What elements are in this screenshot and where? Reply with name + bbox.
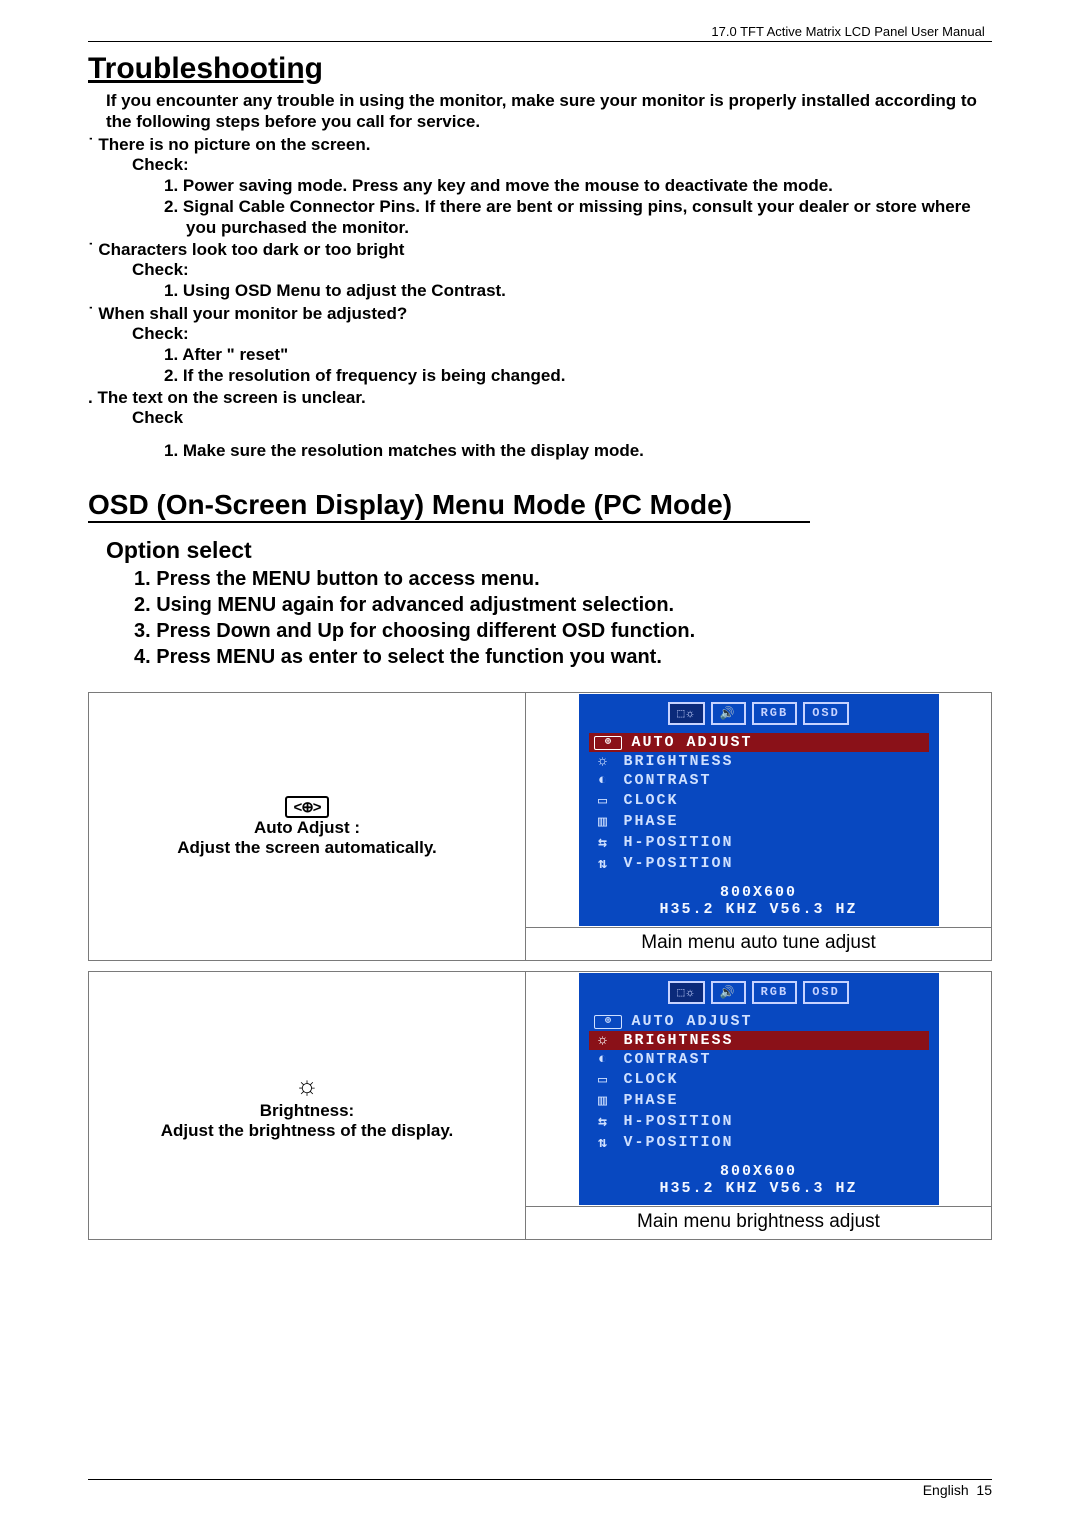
option-select-heading: Option select — [106, 537, 992, 564]
osd-item-clock: ▭CLOCK — [589, 1069, 929, 1090]
osd-item-vposition: ⇅V-POSITION — [589, 853, 929, 874]
vpos-row-icon: ⇅ — [594, 1133, 614, 1152]
osd-tab-osd: OSD — [803, 702, 849, 725]
panel1-desc: Adjust the screen automatically. — [177, 838, 436, 857]
osd-tab-rgb: RGB — [752, 702, 798, 725]
contrast-row-icon: ◐ — [594, 1051, 614, 1068]
osd-item-phase: ▥PHASE — [589, 811, 929, 832]
osd-frequency: H35.2 KHZ V56.3 HZ — [589, 1180, 929, 1197]
osd-item-phase: ▥PHASE — [589, 1090, 929, 1111]
contrast-row-icon: ◐ — [594, 772, 614, 789]
osd-tab-rgb: RGB — [752, 981, 798, 1004]
vpos-row-icon: ⇅ — [594, 854, 614, 873]
option-step-3: 3. Press Down and Up for choosing differ… — [158, 618, 992, 644]
option-step-4: 4. Press MENU as enter to select the fun… — [158, 644, 992, 670]
issue-2-title: ˙ Characters look too dark or too bright — [88, 240, 992, 260]
osd-item-vposition: ⇅V-POSITION — [589, 1132, 929, 1153]
osd-tab-audio-icon: 🔊 — [711, 702, 746, 725]
osd-screenshot-1: ⬚☼ 🔊 RGB OSD ⊕AUTO ADJUST ☼BRIGHTNESS ◐C… — [579, 694, 939, 926]
osd-tab-display-icon: ⬚☼ — [668, 702, 704, 725]
issue-4-step-1: 1. Make sure the resolution matches with… — [186, 440, 992, 461]
issue-1-step-1: 1. Power saving mode. Press any key and … — [186, 175, 992, 196]
osd-tab-audio-icon: 🔊 — [711, 981, 746, 1004]
osd-item-hposition: ⇆H-POSITION — [589, 1111, 929, 1132]
issue-2-check: Check: — [132, 260, 992, 280]
clock-row-icon: ▭ — [594, 1070, 614, 1089]
option-step-1: 1. Press the MENU button to access menu. — [158, 566, 992, 592]
osd-tab-osd: OSD — [803, 981, 849, 1004]
issue-4-title: . The text on the screen is unclear. — [88, 388, 992, 408]
issue-3-title: ˙ When shall your monitor be adjusted? — [88, 304, 992, 324]
header-divider — [88, 41, 992, 42]
osd-item-auto-adjust: ⊕AUTO ADJUST — [589, 1012, 929, 1031]
osd-item-contrast: ◐CONTRAST — [589, 1050, 929, 1069]
panel2-label: Brightness: — [260, 1101, 354, 1120]
osd-frequency: H35.2 KHZ V56.3 HZ — [589, 901, 929, 918]
footer-page: 15 — [976, 1482, 992, 1498]
issue-3-step-2: 2. If the resolution of frequency is bei… — [186, 365, 992, 386]
page-footer: English 15 — [88, 1479, 992, 1498]
issue-3-step-1: 1. After " reset" — [186, 344, 992, 365]
issue-1-title: ˙ There is no picture on the screen. — [88, 135, 992, 155]
option-step-2: 2. Using MENU again for advanced adjustm… — [158, 592, 992, 618]
osd-tab-display-icon: ⬚☼ — [668, 981, 704, 1004]
osd-example-table-1: <⊕> Auto Adjust : Adjust the screen auto… — [88, 692, 992, 961]
osd-example-table-2: ☼ Brightness: Adjust the brightness of t… — [88, 971, 992, 1240]
osd-screenshot-2: ⬚☼ 🔊 RGB OSD ⊕AUTO ADJUST ☼BRIGHTNESS ◐C… — [579, 973, 939, 1205]
osd-heading: OSD (On-Screen Display) Menu Mode (PC Mo… — [88, 489, 810, 523]
doc-header: 17.0 TFT Active Matrix LCD Panel User Ma… — [88, 24, 992, 39]
hpos-row-icon: ⇆ — [594, 1112, 614, 1131]
issue-1-step-2: 2. Signal Cable Connector Pins. If there… — [186, 196, 992, 239]
osd-resolution: 800X600 — [589, 884, 929, 901]
hpos-row-icon: ⇆ — [594, 833, 614, 852]
footer-lang: English — [923, 1482, 969, 1498]
issue-4-check: Check — [132, 408, 992, 428]
troubleshooting-heading: Troubleshooting — [88, 52, 992, 86]
auto-adjust-row-icon: ⊕ — [594, 1015, 622, 1029]
panel2-desc: Adjust the brightness of the display. — [161, 1121, 454, 1140]
issue-3-check: Check: — [132, 324, 992, 344]
brightness-row-icon: ☼ — [594, 753, 614, 770]
panel1-caption: Main menu auto tune adjust — [526, 928, 992, 961]
osd-item-contrast: ◐CONTRAST — [589, 771, 929, 790]
auto-adjust-icon: <⊕> — [285, 796, 328, 818]
osd-resolution: 800X600 — [589, 1163, 929, 1180]
osd-item-auto-adjust: ⊕AUTO ADJUST — [589, 733, 929, 752]
panel1-label: Auto Adjust : — [254, 818, 360, 837]
clock-row-icon: ▭ — [594, 791, 614, 810]
osd-item-clock: ▭CLOCK — [589, 790, 929, 811]
osd-item-brightness: ☼BRIGHTNESS — [589, 752, 929, 771]
osd-item-hposition: ⇆H-POSITION — [589, 832, 929, 853]
phase-row-icon: ▥ — [594, 1091, 614, 1110]
panel2-caption: Main menu brightness adjust — [526, 1207, 992, 1240]
phase-row-icon: ▥ — [594, 812, 614, 831]
troubleshooting-lead: If you encounter any trouble in using th… — [106, 90, 992, 133]
brightness-row-icon: ☼ — [594, 1032, 614, 1049]
brightness-icon: ☼ — [295, 1070, 319, 1101]
osd-item-brightness: ☼BRIGHTNESS — [589, 1031, 929, 1050]
issue-1-check: Check: — [132, 155, 992, 175]
auto-adjust-row-icon: ⊕ — [594, 736, 622, 750]
issue-2-step-1: 1. Using OSD Menu to adjust the Contrast… — [186, 280, 992, 301]
